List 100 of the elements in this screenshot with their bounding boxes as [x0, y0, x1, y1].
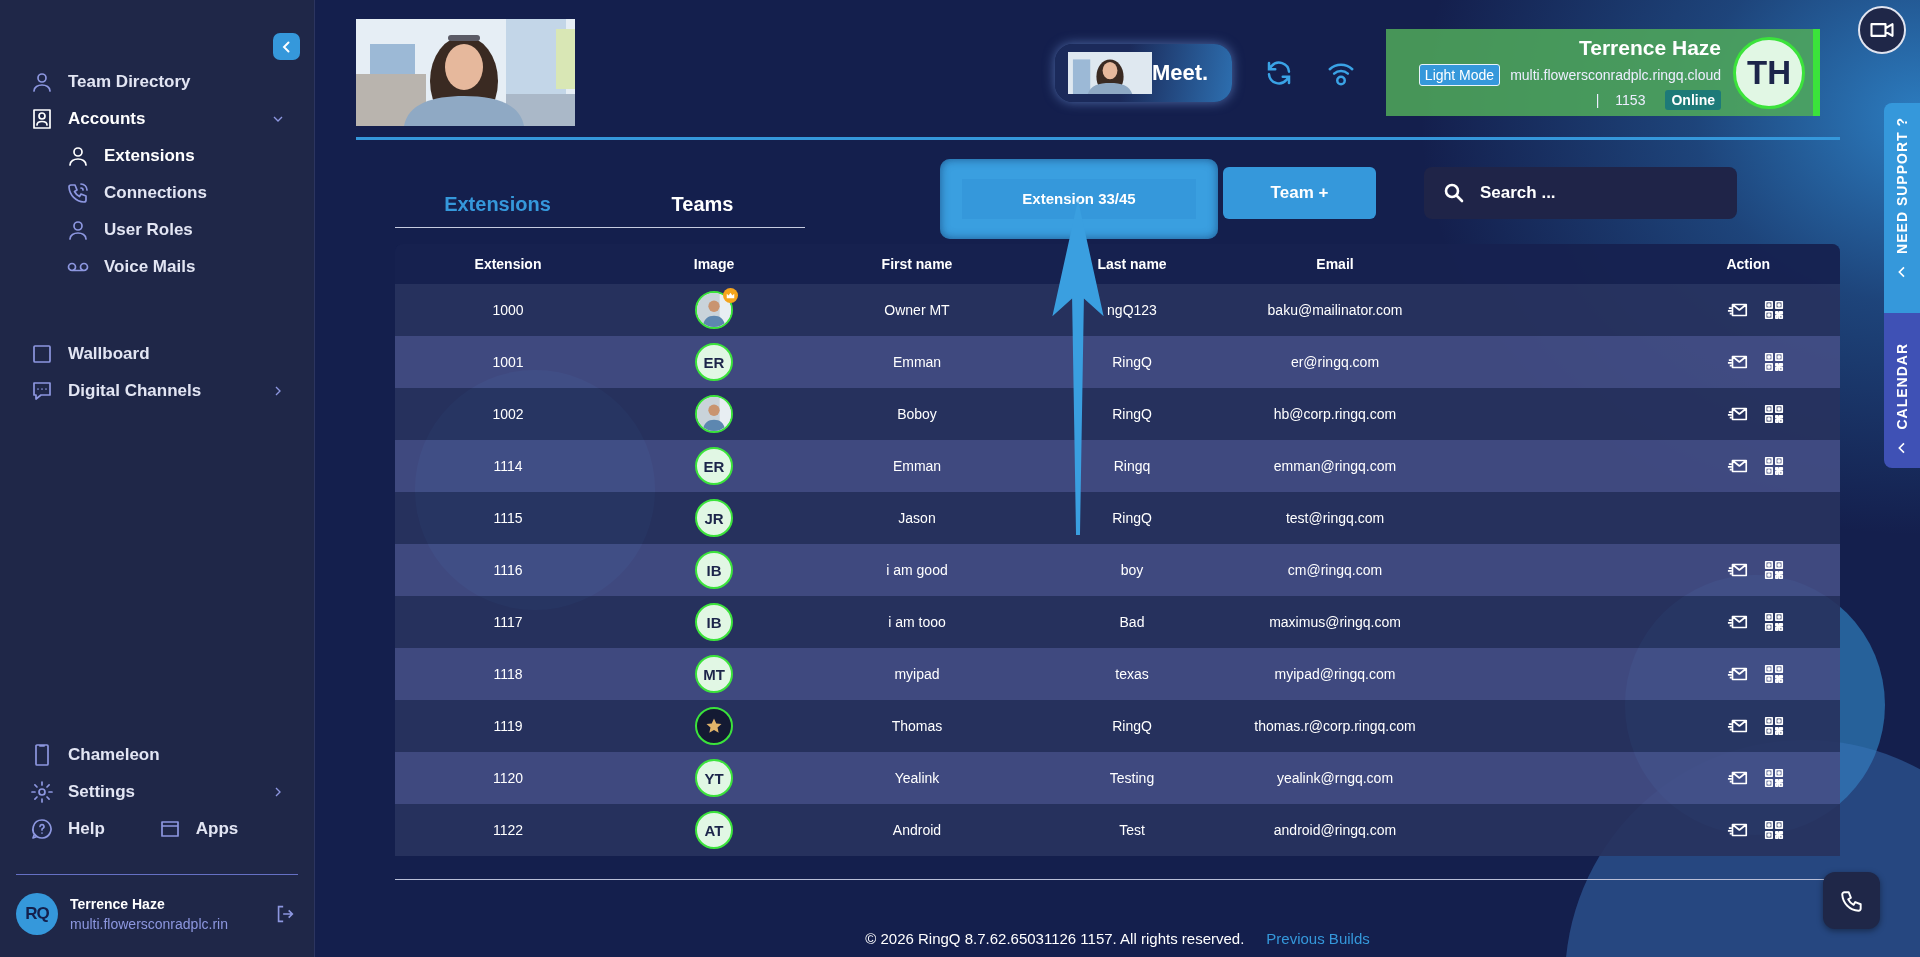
table-cell-text: myipad@ringq.com	[1273, 666, 1397, 682]
qr-code-icon[interactable]	[1763, 351, 1785, 373]
help-icon	[30, 816, 54, 841]
qr-code-icon[interactable]	[1763, 819, 1785, 841]
sidebar-item[interactable]: Chameleon	[0, 736, 314, 773]
qr-code-icon[interactable]	[1763, 559, 1785, 581]
qr-code-icon[interactable]	[1763, 455, 1785, 477]
table-cell-text: ngQ123	[1106, 302, 1158, 318]
qr-code-icon[interactable]	[1763, 403, 1785, 425]
qr-code-icon[interactable]	[1763, 611, 1785, 633]
table-cell-text: 1114	[492, 458, 524, 474]
table-cell-text: Testing	[1108, 770, 1156, 786]
previous-builds-link[interactable]: Previous Builds	[1266, 930, 1370, 947]
sidebar-item[interactable]: Voice Mails	[0, 248, 314, 285]
separator: |	[1595, 91, 1600, 108]
column-header: Last name	[1096, 256, 1168, 272]
table-cell-text: hb@corp.ringq.com	[1272, 406, 1398, 422]
table-cell-text: 1002	[491, 406, 525, 422]
table-row[interactable]: 1120 YT Yealink Testing yealink@rngq.com	[395, 752, 1840, 804]
avatar: AT	[695, 811, 733, 849]
table-row[interactable]: 1115 JR Jason RingQ test@ringq.com	[395, 492, 1840, 544]
avatar: ER	[695, 343, 733, 381]
avatar: JR	[695, 499, 733, 537]
avatar: YT	[695, 759, 733, 797]
avatar: IB	[695, 603, 733, 641]
table-cell-text: Owner MT	[883, 302, 951, 318]
table-cell-text: RingQ	[1111, 718, 1153, 734]
table-cell-text: baku@mailinator.com	[1266, 302, 1404, 318]
table-cell-text: Jason	[897, 510, 937, 526]
table-cell-text: Test	[1118, 822, 1146, 838]
copyright-text: © 2026 RingQ 8.7.62.65031126 1157. All rights reserved.	[865, 930, 1245, 947]
table-cell-text: i am good	[885, 562, 949, 578]
table-cell-text: yealink@rngq.com	[1275, 770, 1395, 786]
table-row[interactable]: 1116 IB i am good boy cm@ringq.com	[395, 544, 1840, 596]
search-field[interactable]: Search ...	[1424, 166, 1737, 219]
phone-button[interactable]	[1823, 872, 1880, 929]
table-row[interactable]: 1000 Owner MT ngQ123 baku@mailinator.com	[395, 284, 1840, 336]
sidebar-item[interactable]: Team Directory	[0, 63, 314, 100]
sidebar-item[interactable]: User Roles	[0, 211, 314, 248]
table-row[interactable]: 1114 ER Emman Ringq emman@ringq.com	[395, 440, 1840, 492]
avatar: ER	[695, 447, 733, 485]
table-cell-text: android@ringq.com	[1272, 822, 1398, 838]
tab[interactable]: Teams	[600, 181, 805, 227]
settings-icon	[30, 779, 54, 804]
tab[interactable]: Extensions	[395, 181, 600, 227]
table-cell-text: er@ringq.com	[1289, 354, 1381, 370]
table-row[interactable]: 1001 ER Emman RingQ er@ringq.com	[395, 336, 1840, 388]
table-cell-text: 1000	[491, 302, 525, 318]
table-row[interactable]: 1122 AT Android Test android@ringq.com	[395, 804, 1840, 856]
table-cell-text: Emman	[891, 354, 943, 370]
sidebar-item[interactable]: Settings	[0, 773, 314, 810]
table-cell-text: Bad	[1118, 614, 1146, 630]
table-row[interactable]: 1118 MT myipad texas myipad@ringq.com	[395, 648, 1840, 700]
table-cell-text: 1115	[492, 510, 524, 526]
meet-button[interactable]: Meet.	[1055, 43, 1232, 102]
table-cell-text: Android	[891, 822, 943, 838]
table-row[interactable]: 1119 Thomas RingQ thomas.r@corp.ringq.com	[395, 700, 1840, 752]
table-cell-text: Boboy	[896, 406, 938, 422]
table-cell-text: myipad	[893, 666, 941, 682]
profile-domain: multi.flowersconradplc.ringq.cloud	[1510, 66, 1721, 83]
table-cell-text: boy	[1119, 562, 1145, 578]
table-cell-text: maximus@ringq.com	[1268, 614, 1402, 630]
table-cell-text: Thomas	[890, 718, 944, 734]
table-cell-text: 1122	[491, 822, 525, 838]
table-cell-text: RingQ	[1111, 510, 1153, 526]
qr-code-icon[interactable]	[1763, 767, 1785, 789]
logo: RQ	[16, 893, 58, 935]
table-cell-text: 1118	[492, 666, 524, 682]
sidebar-item[interactable]: Extensions	[0, 137, 314, 174]
table-cell-text: thomas.r@corp.ringq.com	[1253, 718, 1417, 734]
sidebar-item[interactable]: Apps	[157, 810, 314, 847]
column-header: Image	[692, 256, 736, 272]
profile-name: Terrence Haze	[1578, 35, 1721, 60]
avatar: MT	[695, 655, 733, 693]
table-cell-text: RingQ	[1111, 354, 1153, 370]
table-cell-text: RingQ	[1111, 406, 1153, 422]
table-cell-text: 1117	[492, 614, 524, 630]
table-cell-text: cm@ringq.com	[1286, 562, 1384, 578]
sidebar-item[interactable]: Digital Channels	[0, 372, 314, 409]
table-row[interactable]: 1117 IB i am tooo Bad maximus@ringq.com	[395, 596, 1840, 648]
phone-icon	[66, 180, 90, 205]
table-cell-text: Yealink	[893, 770, 941, 786]
table-row[interactable]: 1002 Boboy RingQ hb@corp.ringq.com	[395, 388, 1840, 440]
table-cell-text: 1119	[492, 718, 524, 734]
video-call-button[interactable]	[1858, 6, 1906, 54]
collapse-button[interactable]	[273, 33, 300, 60]
qr-code-icon[interactable]	[1763, 715, 1785, 737]
user-domain: multi.flowersconradplc.rin	[70, 916, 228, 932]
qr-code-icon[interactable]	[1763, 663, 1785, 685]
qr-code-icon[interactable]	[1763, 299, 1785, 321]
sidebar-item[interactable]: Help	[0, 810, 158, 847]
user-name: Terrence Haze	[70, 896, 166, 912]
table-cell-text: test@ringq.com	[1284, 510, 1386, 526]
sidebar-item[interactable]: Accounts	[0, 100, 314, 137]
sidebar-item[interactable]: Wallboard	[0, 335, 314, 372]
sidebar-item[interactable]: Connections	[0, 174, 314, 211]
column-header: Action	[1725, 256, 1771, 272]
side-tab[interactable]: CALENDAR	[1884, 313, 1920, 468]
table-cell-text: 1001	[491, 354, 525, 370]
table-cell-text: texas	[1114, 666, 1150, 682]
